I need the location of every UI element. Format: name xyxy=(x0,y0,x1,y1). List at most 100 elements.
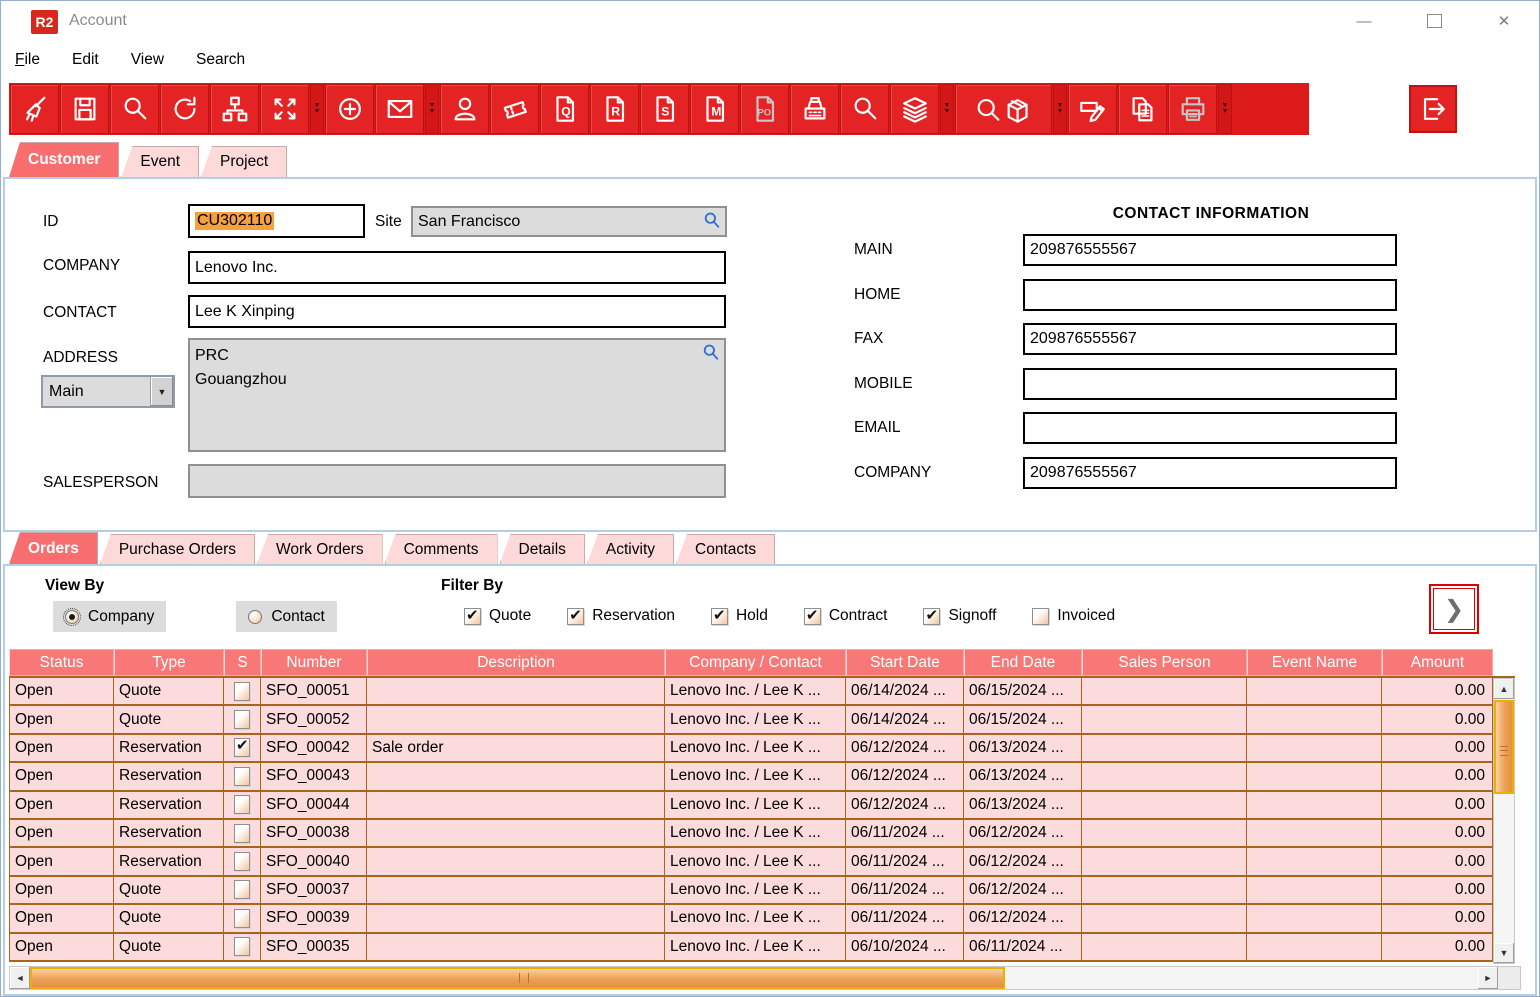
address-field[interactable]: PRC Gouangzhou xyxy=(188,338,726,452)
filter-hold[interactable]: Hold xyxy=(711,607,768,625)
vertical-scroll-track[interactable] xyxy=(1494,699,1514,943)
scroll-left-button[interactable]: ◄ xyxy=(10,967,30,989)
company-input[interactable]: 209876555567 xyxy=(1023,457,1397,489)
tab-orders[interactable]: Orders xyxy=(9,532,98,564)
order-row[interactable]: OpenQuoteSFO_00035Lenovo Inc. / Lee K ..… xyxy=(9,934,1515,962)
toolbar-overflow-chevrons[interactable]: ▼▼ xyxy=(425,84,439,134)
order-row[interactable]: OpenReservationSFO_00042Sale orderLenovo… xyxy=(9,735,1515,763)
row-signoff-checkbox[interactable] xyxy=(234,710,250,729)
col-header-start-date[interactable]: Start Date xyxy=(846,649,964,676)
doc-misc-button[interactable]: M xyxy=(690,84,739,134)
menu-view[interactable]: View xyxy=(131,51,164,69)
col-header-number[interactable]: Number xyxy=(261,649,367,676)
row-signoff-checkbox[interactable] xyxy=(234,738,250,757)
row-signoff-checkbox[interactable] xyxy=(234,824,250,843)
scroll-right-button[interactable]: ► xyxy=(1478,967,1498,989)
toolbar-overflow-chevrons[interactable]: ▼▼ xyxy=(1218,84,1232,134)
radio-contact[interactable]: Contact xyxy=(236,601,336,632)
tab-purchase-orders[interactable]: Purchase Orders xyxy=(100,534,255,564)
address-type-select[interactable]: Main ▼ xyxy=(41,375,175,408)
fax-input[interactable]: 209876555567 xyxy=(1023,323,1397,355)
tab-customer[interactable]: Customer xyxy=(9,142,119,177)
site-lookup-icon[interactable] xyxy=(703,211,721,234)
search-button[interactable] xyxy=(110,84,159,134)
contact-person-button[interactable] xyxy=(440,84,489,134)
filter-invoiced[interactable]: Invoiced xyxy=(1032,607,1115,625)
chevron-down-icon[interactable]: ▼ xyxy=(150,377,173,406)
edit-field-button[interactable] xyxy=(1068,84,1117,134)
order-row[interactable]: OpenQuoteSFO_00052Lenovo Inc. / Lee K ..… xyxy=(9,706,1515,734)
row-signoff-checkbox[interactable] xyxy=(234,880,250,899)
maximize-button[interactable] xyxy=(1399,1,1469,41)
address-lookup-icon[interactable] xyxy=(702,343,720,366)
order-row[interactable]: OpenReservationSFO_00038Lenovo Inc. / Le… xyxy=(9,820,1515,848)
tab-details[interactable]: Details xyxy=(500,534,585,564)
doc-signoff-button[interactable]: S xyxy=(640,84,689,134)
tab-comments[interactable]: Comments xyxy=(385,534,498,564)
menu-file[interactable]: File xyxy=(15,51,40,69)
mail-button[interactable] xyxy=(375,84,424,134)
order-row[interactable]: OpenQuoteSFO_00039Lenovo Inc. / Lee K ..… xyxy=(9,905,1515,933)
tab-contacts[interactable]: Contacts xyxy=(676,534,775,564)
vertical-scroll-thumb[interactable] xyxy=(1494,700,1514,794)
tab-work-orders[interactable]: Work Orders xyxy=(257,534,383,564)
col-header-end-date[interactable]: End Date xyxy=(964,649,1082,676)
tab-project[interactable]: Project xyxy=(201,146,287,177)
company-input[interactable]: Lenovo Inc. xyxy=(188,251,726,284)
email-input[interactable] xyxy=(1023,412,1397,444)
expand-button[interactable] xyxy=(260,84,309,134)
toolbar-overflow-chevrons[interactable]: ▼▼ xyxy=(310,84,324,134)
scroll-up-button[interactable]: ▲ xyxy=(1494,679,1514,699)
close-button[interactable]: ✕ xyxy=(1469,1,1539,41)
col-header-type[interactable]: Type xyxy=(114,649,224,676)
toolbar-overflow-chevrons[interactable]: ▼▼ xyxy=(1053,84,1067,134)
horizontal-scroll-thumb[interactable] xyxy=(30,967,1005,989)
tab-event[interactable]: Event xyxy=(121,146,199,177)
col-header-event-name[interactable]: Event Name xyxy=(1247,649,1382,676)
tab-activity[interactable]: Activity xyxy=(587,534,674,564)
refresh-button[interactable] xyxy=(160,84,209,134)
search-small-button[interactable] xyxy=(840,84,889,134)
row-signoff-checkbox[interactable] xyxy=(234,767,250,786)
row-signoff-checkbox[interactable] xyxy=(234,795,250,814)
filter-signoff[interactable]: Signoff xyxy=(923,607,996,625)
save-button[interactable] xyxy=(60,84,109,134)
col-header-status[interactable]: Status xyxy=(9,649,114,676)
order-row[interactable]: OpenQuoteSFO_00037Lenovo Inc. / Lee K ..… xyxy=(9,877,1515,905)
home-input[interactable] xyxy=(1023,279,1397,311)
order-row[interactable]: OpenReservationSFO_00043Lenovo Inc. / Le… xyxy=(9,763,1515,791)
filter-quote[interactable]: Quote xyxy=(464,607,531,625)
doc-quote-button[interactable]: Q xyxy=(540,84,589,134)
ticket-button[interactable] xyxy=(490,84,539,134)
cash-register-button[interactable] xyxy=(790,84,839,134)
toolbar-overflow-chevrons[interactable]: ▼▼ xyxy=(940,84,954,134)
row-signoff-checkbox[interactable] xyxy=(234,909,250,928)
order-row[interactable]: OpenReservationSFO_00044Lenovo Inc. / Le… xyxy=(9,792,1515,820)
minimize-button[interactable]: — xyxy=(1329,1,1399,41)
scroll-down-button[interactable]: ▼ xyxy=(1494,943,1514,963)
col-header-company-contact[interactable]: Company / Contact xyxy=(665,649,846,676)
col-header-description[interactable]: Description xyxy=(367,649,665,676)
horizontal-scroll-track[interactable] xyxy=(30,967,1478,989)
row-signoff-checkbox[interactable] xyxy=(234,852,250,871)
next-button[interactable]: ❯ xyxy=(1429,584,1479,634)
add-new-button[interactable] xyxy=(325,84,374,134)
contact-input[interactable]: Lee K Xinping xyxy=(188,295,726,328)
row-signoff-checkbox[interactable] xyxy=(234,682,250,701)
main-input[interactable]: 209876555567 xyxy=(1023,234,1397,266)
menu-search[interactable]: Search xyxy=(196,51,245,69)
exit-button[interactable] xyxy=(1409,85,1457,133)
copy-documents-button[interactable] xyxy=(1118,84,1167,134)
find-item-button[interactable] xyxy=(955,84,1052,134)
site-field[interactable]: San Francisco xyxy=(411,206,727,237)
col-header-amount[interactable]: Amount xyxy=(1382,649,1493,676)
filter-reservation[interactable]: Reservation xyxy=(567,607,675,625)
mobile-input[interactable] xyxy=(1023,368,1397,400)
clear-broom-button[interactable] xyxy=(10,84,59,134)
row-signoff-checkbox[interactable] xyxy=(234,937,250,956)
order-row[interactable]: OpenReservationSFO_00040Lenovo Inc. / Le… xyxy=(9,848,1515,876)
doc-reservation-button[interactable]: R xyxy=(590,84,639,134)
id-input[interactable]: CU302110 xyxy=(188,204,365,238)
org-hierarchy-button[interactable] xyxy=(210,84,259,134)
radio-company[interactable]: Company xyxy=(53,601,166,632)
